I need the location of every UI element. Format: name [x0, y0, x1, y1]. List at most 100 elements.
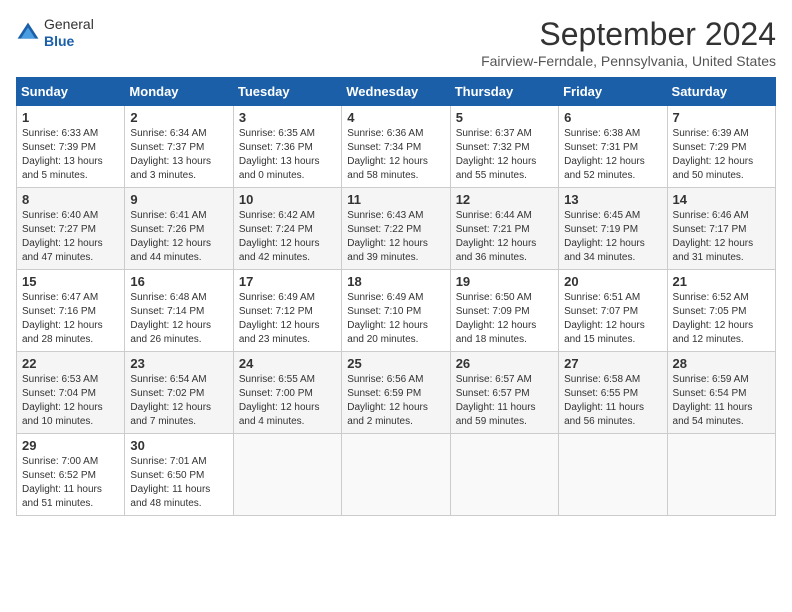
day-number: 26 — [456, 356, 553, 371]
calendar-cell: 29Sunrise: 7:00 AM Sunset: 6:52 PM Dayli… — [17, 434, 125, 516]
calendar-cell: 22 Sunrise: 6:53 AM Sunset: 7:04 PM Dayli… — [17, 352, 125, 434]
col-header-tuesday: Tuesday — [233, 78, 341, 106]
calendar-cell: 27Sunrise: 6:58 AM Sunset: 6:55 PM Dayli… — [559, 352, 667, 434]
calendar-cell: 12 Sunrise: 6:44 AM Sunset: 7:21 PM Dayli… — [450, 188, 558, 270]
day-number: 21 — [673, 274, 770, 289]
calendar-cell: 4 Sunrise: 6:36 AM Sunset: 7:34 PM Daylig… — [342, 106, 450, 188]
day-info: Sunrise: 6:48 AM Sunset: 7:14 PM Dayligh… — [130, 291, 227, 347]
day-number: 20 — [564, 274, 661, 289]
logo-icon — [16, 21, 40, 45]
title-section: September 2024 Fairview-Ferndale, Pennsy… — [481, 16, 776, 69]
day-number: 8 — [22, 192, 119, 207]
day-info: Sunrise: 6:51 AM Sunset: 7:07 PM Dayligh… — [564, 291, 661, 347]
calendar-cell: 18 Sunrise: 6:49 AM Sunset: 7:10 PM Dayli… — [342, 270, 450, 352]
day-info: Sunrise: 6:37 AM Sunset: 7:32 PM Dayligh… — [456, 127, 553, 183]
day-info: Sunrise: 6:49 AM Sunset: 7:10 PM Dayligh… — [347, 291, 444, 347]
day-number: 11 — [347, 192, 444, 207]
day-info: Sunrise: 6:55 AM Sunset: 7:00 PM Dayligh… — [239, 373, 336, 429]
day-number: 5 — [456, 110, 553, 125]
calendar-table: SundayMondayTuesdayWednesdayThursdayFrid… — [16, 77, 776, 516]
day-number: 1 — [22, 110, 119, 125]
col-header-wednesday: Wednesday — [342, 78, 450, 106]
day-info: Sunrise: 7:00 AM Sunset: 6:52 PM Dayligh… — [22, 455, 119, 511]
calendar-cell: 15 Sunrise: 6:47 AM Sunset: 7:16 PM Dayli… — [17, 270, 125, 352]
calendar-cell: 24Sunrise: 6:55 AM Sunset: 7:00 PM Dayli… — [233, 352, 341, 434]
calendar-cell: 2 Sunrise: 6:34 AM Sunset: 7:37 PM Daylig… — [125, 106, 233, 188]
day-number: 16 — [130, 274, 227, 289]
day-number: 17 — [239, 274, 336, 289]
day-number: 22 — [22, 356, 119, 371]
calendar-cell: 25 Sunrise: 6:56 AM Sunset: 6:59 PM Dayli… — [342, 352, 450, 434]
day-number: 28 — [673, 356, 770, 371]
col-header-sunday: Sunday — [17, 78, 125, 106]
calendar-cell: 11 Sunrise: 6:43 AM Sunset: 7:22 PM Dayli… — [342, 188, 450, 270]
day-info: Sunrise: 6:38 AM Sunset: 7:31 PM Dayligh… — [564, 127, 661, 183]
day-number: 14 — [673, 192, 770, 207]
calendar-week-0: 1 Sunrise: 6:33 AM Sunset: 7:39 PM Daylig… — [17, 106, 776, 188]
day-info: Sunrise: 6:49 AM Sunset: 7:12 PM Dayligh… — [239, 291, 336, 347]
page-header: General Blue September 2024 Fairview-Fer… — [16, 16, 776, 69]
calendar-cell: 13Sunrise: 6:45 AM Sunset: 7:19 PM Dayli… — [559, 188, 667, 270]
day-info: Sunrise: 6:36 AM Sunset: 7:34 PM Dayligh… — [347, 127, 444, 183]
day-info: Sunrise: 6:44 AM Sunset: 7:21 PM Dayligh… — [456, 209, 553, 265]
calendar-cell: 8 Sunrise: 6:40 AM Sunset: 7:27 PM Daylig… — [17, 188, 125, 270]
calendar-week-3: 22 Sunrise: 6:53 AM Sunset: 7:04 PM Dayli… — [17, 352, 776, 434]
calendar-cell — [342, 434, 450, 516]
location: Fairview-Ferndale, Pennsylvania, United … — [481, 53, 776, 69]
calendar-cell: 14 Sunrise: 6:46 AM Sunset: 7:17 PM Dayli… — [667, 188, 775, 270]
day-info: Sunrise: 6:58 AM Sunset: 6:55 PM Dayligh… — [564, 373, 661, 429]
day-number: 4 — [347, 110, 444, 125]
day-info: Sunrise: 6:43 AM Sunset: 7:22 PM Dayligh… — [347, 209, 444, 265]
day-number: 7 — [673, 110, 770, 125]
day-number: 25 — [347, 356, 444, 371]
day-number: 3 — [239, 110, 336, 125]
calendar-cell: 7 Sunrise: 6:39 AM Sunset: 7:29 PM Daylig… — [667, 106, 775, 188]
day-number: 9 — [130, 192, 227, 207]
day-number: 18 — [347, 274, 444, 289]
col-header-saturday: Saturday — [667, 78, 775, 106]
calendar-cell: 10Sunrise: 6:42 AM Sunset: 7:24 PM Dayli… — [233, 188, 341, 270]
calendar-cell: 19 Sunrise: 6:50 AM Sunset: 7:09 PM Dayli… — [450, 270, 558, 352]
day-number: 2 — [130, 110, 227, 125]
calendar-cell — [450, 434, 558, 516]
day-info: Sunrise: 6:34 AM Sunset: 7:37 PM Dayligh… — [130, 127, 227, 183]
calendar-cell: 23 Sunrise: 6:54 AM Sunset: 7:02 PM Dayli… — [125, 352, 233, 434]
calendar-week-4: 29Sunrise: 7:00 AM Sunset: 6:52 PM Dayli… — [17, 434, 776, 516]
day-number: 23 — [130, 356, 227, 371]
calendar-cell: 17 Sunrise: 6:49 AM Sunset: 7:12 PM Dayli… — [233, 270, 341, 352]
logo-text: General Blue — [44, 16, 94, 50]
day-info: Sunrise: 6:52 AM Sunset: 7:05 PM Dayligh… — [673, 291, 770, 347]
calendar-cell: 21 Sunrise: 6:52 AM Sunset: 7:05 PM Dayli… — [667, 270, 775, 352]
day-number: 15 — [22, 274, 119, 289]
day-info: Sunrise: 6:42 AM Sunset: 7:24 PM Dayligh… — [239, 209, 336, 265]
day-number: 30 — [130, 438, 227, 453]
day-number: 12 — [456, 192, 553, 207]
calendar-cell: 26 Sunrise: 6:57 AM Sunset: 6:57 PM Dayli… — [450, 352, 558, 434]
day-number: 19 — [456, 274, 553, 289]
day-info: Sunrise: 6:40 AM Sunset: 7:27 PM Dayligh… — [22, 209, 119, 265]
day-info: Sunrise: 6:59 AM Sunset: 6:54 PM Dayligh… — [673, 373, 770, 429]
month-title: September 2024 — [481, 16, 776, 53]
calendar-week-1: 8 Sunrise: 6:40 AM Sunset: 7:27 PM Daylig… — [17, 188, 776, 270]
calendar-cell: 5 Sunrise: 6:37 AM Sunset: 7:32 PM Daylig… — [450, 106, 558, 188]
calendar-cell: 28 Sunrise: 6:59 AM Sunset: 6:54 PM Dayli… — [667, 352, 775, 434]
day-info: Sunrise: 6:33 AM Sunset: 7:39 PM Dayligh… — [22, 127, 119, 183]
calendar-week-2: 15 Sunrise: 6:47 AM Sunset: 7:16 PM Dayli… — [17, 270, 776, 352]
day-info: Sunrise: 6:53 AM Sunset: 7:04 PM Dayligh… — [22, 373, 119, 429]
day-info: Sunrise: 6:56 AM Sunset: 6:59 PM Dayligh… — [347, 373, 444, 429]
day-info: Sunrise: 6:50 AM Sunset: 7:09 PM Dayligh… — [456, 291, 553, 347]
calendar-cell — [559, 434, 667, 516]
calendar-cell: 9Sunrise: 6:41 AM Sunset: 7:26 PM Daylig… — [125, 188, 233, 270]
day-info: Sunrise: 6:39 AM Sunset: 7:29 PM Dayligh… — [673, 127, 770, 183]
day-info: Sunrise: 6:46 AM Sunset: 7:17 PM Dayligh… — [673, 209, 770, 265]
day-number: 13 — [564, 192, 661, 207]
calendar-cell — [233, 434, 341, 516]
logo: General Blue — [16, 16, 94, 50]
calendar-cell: 20 Sunrise: 6:51 AM Sunset: 7:07 PM Dayli… — [559, 270, 667, 352]
day-info: Sunrise: 6:47 AM Sunset: 7:16 PM Dayligh… — [22, 291, 119, 347]
day-info: Sunrise: 6:54 AM Sunset: 7:02 PM Dayligh… — [130, 373, 227, 429]
calendar-cell: 16 Sunrise: 6:48 AM Sunset: 7:14 PM Dayli… — [125, 270, 233, 352]
day-info: Sunrise: 6:57 AM Sunset: 6:57 PM Dayligh… — [456, 373, 553, 429]
calendar-cell: 3Sunrise: 6:35 AM Sunset: 7:36 PM Daylig… — [233, 106, 341, 188]
calendar-header-row: SundayMondayTuesdayWednesdayThursdayFrid… — [17, 78, 776, 106]
